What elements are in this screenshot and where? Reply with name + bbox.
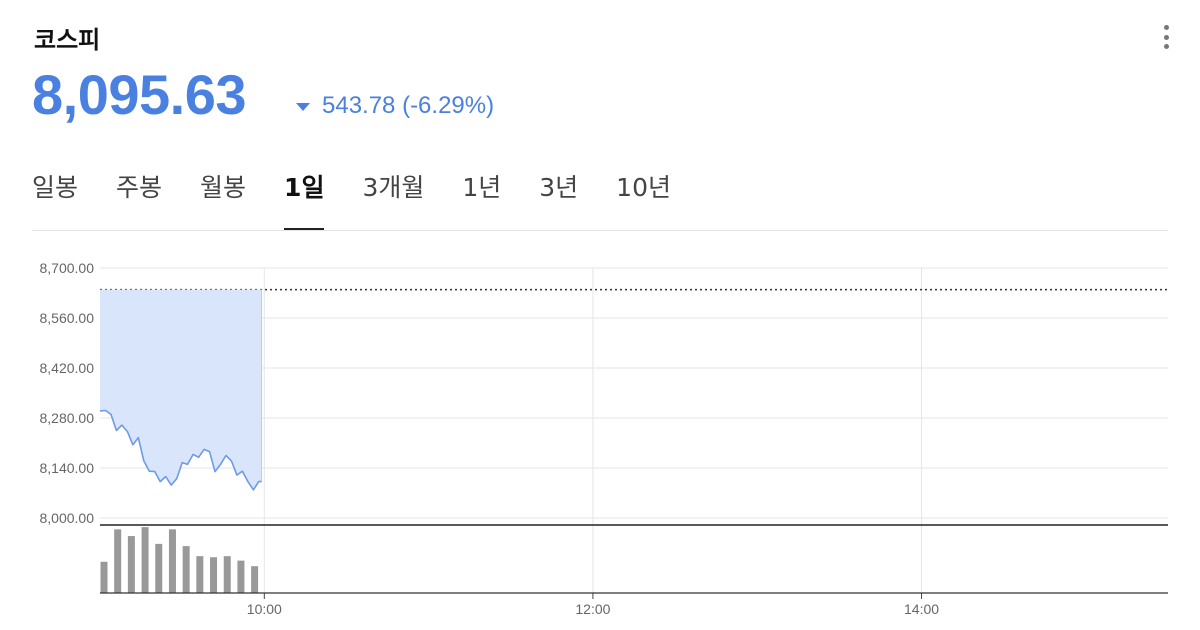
volume-bar bbox=[127, 536, 135, 593]
y-tick-label: 8,420.00 bbox=[40, 360, 95, 376]
volume-bar bbox=[251, 566, 259, 593]
volume-bar bbox=[237, 560, 245, 593]
volume-bar bbox=[223, 556, 231, 593]
x-tick-label: 14:00 bbox=[904, 601, 939, 617]
volume-bar bbox=[168, 529, 176, 593]
y-tick-label: 8,140.00 bbox=[40, 460, 95, 476]
volume-bar bbox=[182, 546, 190, 593]
x-tick-label: 10:00 bbox=[247, 601, 282, 617]
y-tick-label: 8,560.00 bbox=[40, 310, 95, 326]
price-area-fill bbox=[100, 289, 262, 490]
volume-bar bbox=[141, 527, 149, 593]
price-chart: 8,700.00 8,560.00 8,420.00 8,280.00 8,140.00… bbox=[40, 260, 1168, 617]
y-tick-label: 8,280.00 bbox=[40, 410, 95, 426]
volume-bar bbox=[114, 529, 122, 593]
x-tick-label: 12:00 bbox=[575, 601, 610, 617]
volume-bar bbox=[210, 557, 218, 593]
y-tick-label: 8,700.00 bbox=[40, 260, 95, 276]
y-tick-label: 8,000.00 bbox=[40, 510, 95, 526]
volume-bar bbox=[196, 556, 204, 593]
volume-bar bbox=[155, 543, 163, 593]
volume-bar bbox=[100, 561, 108, 593]
